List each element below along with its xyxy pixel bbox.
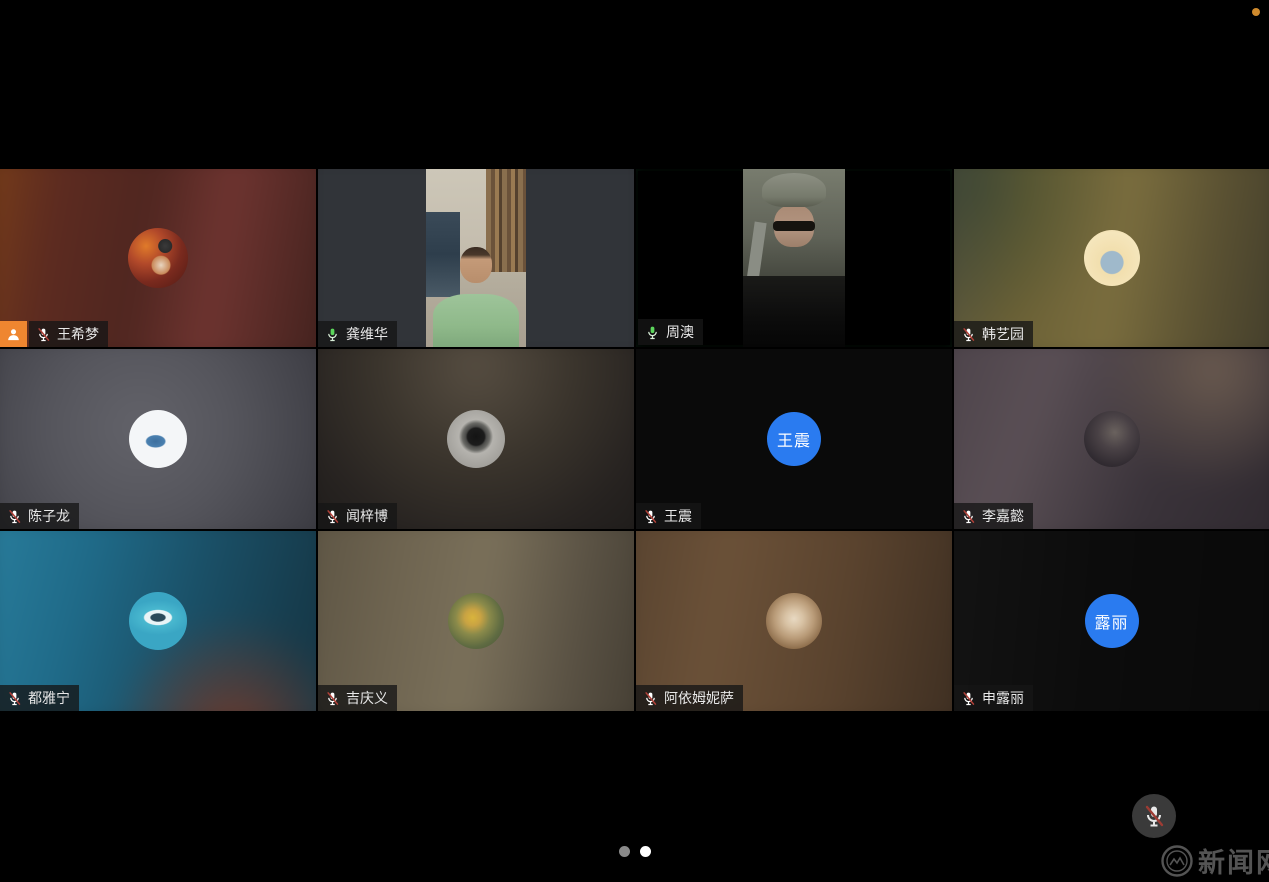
participant-name: 李嘉懿 bbox=[982, 506, 1024, 526]
nameplate: 申露丽 bbox=[954, 685, 1033, 711]
page-indicator bbox=[0, 846, 1269, 857]
participant-name: 陈子龙 bbox=[28, 506, 70, 526]
nameplate: 韩艺园 bbox=[954, 321, 1033, 347]
avatar bbox=[1084, 411, 1140, 467]
nameplate: 王震 bbox=[636, 503, 701, 529]
participant-tile[interactable]: 龚维华 bbox=[318, 169, 634, 347]
avatar bbox=[447, 410, 505, 468]
watermark-text: 新闻网 bbox=[1198, 841, 1269, 880]
avatar-initials: 露丽 bbox=[1085, 594, 1139, 648]
nameplate: 王希梦 bbox=[29, 321, 108, 347]
recording-indicator-dot bbox=[1252, 8, 1260, 16]
participant-name: 都雅宁 bbox=[28, 688, 70, 708]
participant-name: 申露丽 bbox=[982, 688, 1024, 708]
nameplate: 闻梓博 bbox=[318, 503, 397, 529]
avatar-text: 王震 bbox=[777, 427, 811, 451]
nameplate: 龚维华 bbox=[318, 321, 397, 347]
mic-muted-icon bbox=[7, 509, 22, 524]
participant-name: 阿依姆妮萨 bbox=[664, 688, 734, 708]
participant-name: 王震 bbox=[664, 506, 692, 526]
participant-tile[interactable]: 露丽 申露丽 bbox=[954, 531, 1269, 711]
participant-name: 王希梦 bbox=[57, 324, 99, 344]
mic-muted-icon bbox=[643, 509, 658, 524]
participant-name: 闻梓博 bbox=[346, 506, 388, 526]
mic-live-icon bbox=[645, 325, 660, 340]
avatar bbox=[448, 593, 504, 649]
watermark: 新闻网 bbox=[1160, 841, 1269, 880]
nameplate: 都雅宁 bbox=[0, 685, 79, 711]
mic-muted-icon bbox=[7, 691, 22, 706]
avatar bbox=[129, 592, 187, 650]
mic-muted-icon bbox=[961, 509, 976, 524]
watermark-seal-icon bbox=[1160, 844, 1194, 878]
participant-name: 龚维华 bbox=[346, 324, 388, 344]
mic-muted-icon bbox=[325, 509, 340, 524]
host-badge-icon bbox=[0, 321, 27, 347]
live-video-feed bbox=[426, 169, 526, 347]
live-video-feed bbox=[743, 169, 845, 347]
avatar-initials: 王震 bbox=[767, 412, 821, 466]
nameplate: 吉庆义 bbox=[318, 685, 397, 711]
participant-tile[interactable]: 吉庆义 bbox=[318, 531, 634, 711]
avatar bbox=[1084, 230, 1140, 286]
mic-muted-icon bbox=[36, 327, 51, 342]
participant-name: 吉庆义 bbox=[346, 688, 388, 708]
participant-tile[interactable]: 阿依姆妮萨 bbox=[636, 531, 952, 711]
participant-tile-active-speaker[interactable]: 周澳 bbox=[636, 169, 952, 347]
mic-muted-icon bbox=[961, 327, 976, 342]
participant-tile[interactable]: 李嘉懿 bbox=[954, 349, 1269, 529]
mic-muted-icon bbox=[325, 691, 340, 706]
avatar bbox=[129, 410, 187, 468]
nameplate: 阿依姆妮萨 bbox=[636, 685, 743, 711]
mic-live-icon bbox=[325, 327, 340, 342]
participant-tile[interactable]: 闻梓博 bbox=[318, 349, 634, 529]
participant-tile[interactable]: 王震 王震 bbox=[636, 349, 952, 529]
meeting-window: 王希梦 龚维华 周澳 bbox=[0, 0, 1269, 882]
mic-muted-icon bbox=[643, 691, 658, 706]
participant-tile[interactable]: 王希梦 bbox=[0, 169, 316, 347]
mic-toggle-button[interactable] bbox=[1132, 794, 1176, 838]
nameplate: 李嘉懿 bbox=[954, 503, 1033, 529]
mic-muted-icon bbox=[961, 691, 976, 706]
nameplate: 陈子龙 bbox=[0, 503, 79, 529]
page-dot-1[interactable] bbox=[619, 846, 630, 857]
avatar bbox=[766, 593, 822, 649]
nameplate: 周澳 bbox=[638, 319, 703, 345]
avatar-text: 露丽 bbox=[1094, 609, 1128, 633]
participant-tile[interactable]: 陈子龙 bbox=[0, 349, 316, 529]
participant-name: 韩艺园 bbox=[982, 324, 1024, 344]
avatar bbox=[128, 228, 188, 288]
participant-tile[interactable]: 都雅宁 bbox=[0, 531, 316, 711]
participant-name: 周澳 bbox=[666, 322, 694, 342]
page-dot-2[interactable] bbox=[640, 846, 651, 857]
participant-tile[interactable]: 韩艺园 bbox=[954, 169, 1269, 347]
